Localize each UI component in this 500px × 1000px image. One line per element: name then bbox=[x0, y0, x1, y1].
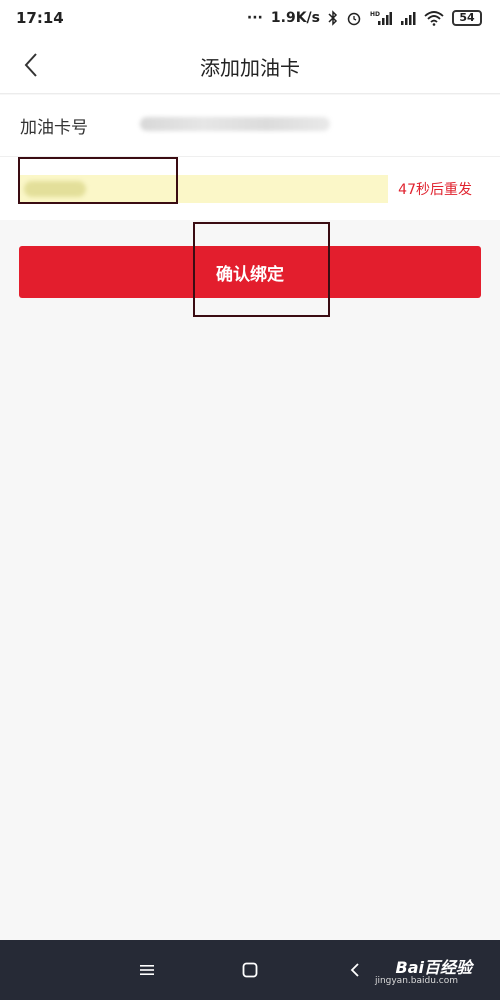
nav-back-button[interactable] bbox=[343, 958, 367, 982]
card-number-value-blurred bbox=[140, 117, 330, 131]
menu-icon bbox=[140, 965, 154, 975]
signal-icon bbox=[400, 10, 416, 26]
status-bar: 17:14 ··· 1.9K/s HD 54 bbox=[0, 0, 500, 36]
verification-code-value-blurred bbox=[24, 181, 86, 197]
signal-hd-icon: HD bbox=[370, 10, 392, 26]
header: 添加加油卡 bbox=[0, 36, 500, 94]
bluetooth-icon bbox=[328, 10, 338, 26]
home-square-icon bbox=[242, 962, 258, 978]
confirm-bind-button[interactable]: 确认绑定 bbox=[19, 246, 481, 298]
page-title: 添加加油卡 bbox=[200, 56, 300, 80]
verification-row: 47秒后重发 bbox=[0, 157, 500, 219]
navigation-bar: Bai百经验 jingyan.baidu.com bbox=[0, 940, 500, 1000]
alarm-icon bbox=[346, 10, 362, 26]
battery-indicator: 54 bbox=[452, 10, 482, 26]
network-speed: 1.9K/s bbox=[270, 10, 320, 26]
verification-code-field[interactable] bbox=[18, 175, 388, 203]
watermark-logo: Bai百经验 bbox=[395, 958, 472, 977]
status-time: 17:14 bbox=[16, 9, 64, 27]
home-button[interactable] bbox=[238, 958, 262, 982]
back-arrow-icon bbox=[350, 963, 359, 977]
svg-text:HD: HD bbox=[370, 11, 380, 18]
watermark-url: jingyan.baidu.com bbox=[374, 976, 458, 986]
card-number-row: 加油卡号 bbox=[0, 95, 500, 157]
wifi-icon bbox=[424, 10, 444, 26]
status-icons: ··· 1.9K/s HD 54 bbox=[247, 10, 482, 26]
bind-card-form: 加油卡号 47秒后重发 bbox=[0, 95, 500, 220]
dots-icon: ··· bbox=[246, 10, 263, 26]
resend-countdown[interactable]: 47秒后重发 bbox=[398, 179, 472, 199]
menu-button[interactable] bbox=[135, 958, 159, 982]
card-number-label: 加油卡号 bbox=[20, 118, 88, 138]
